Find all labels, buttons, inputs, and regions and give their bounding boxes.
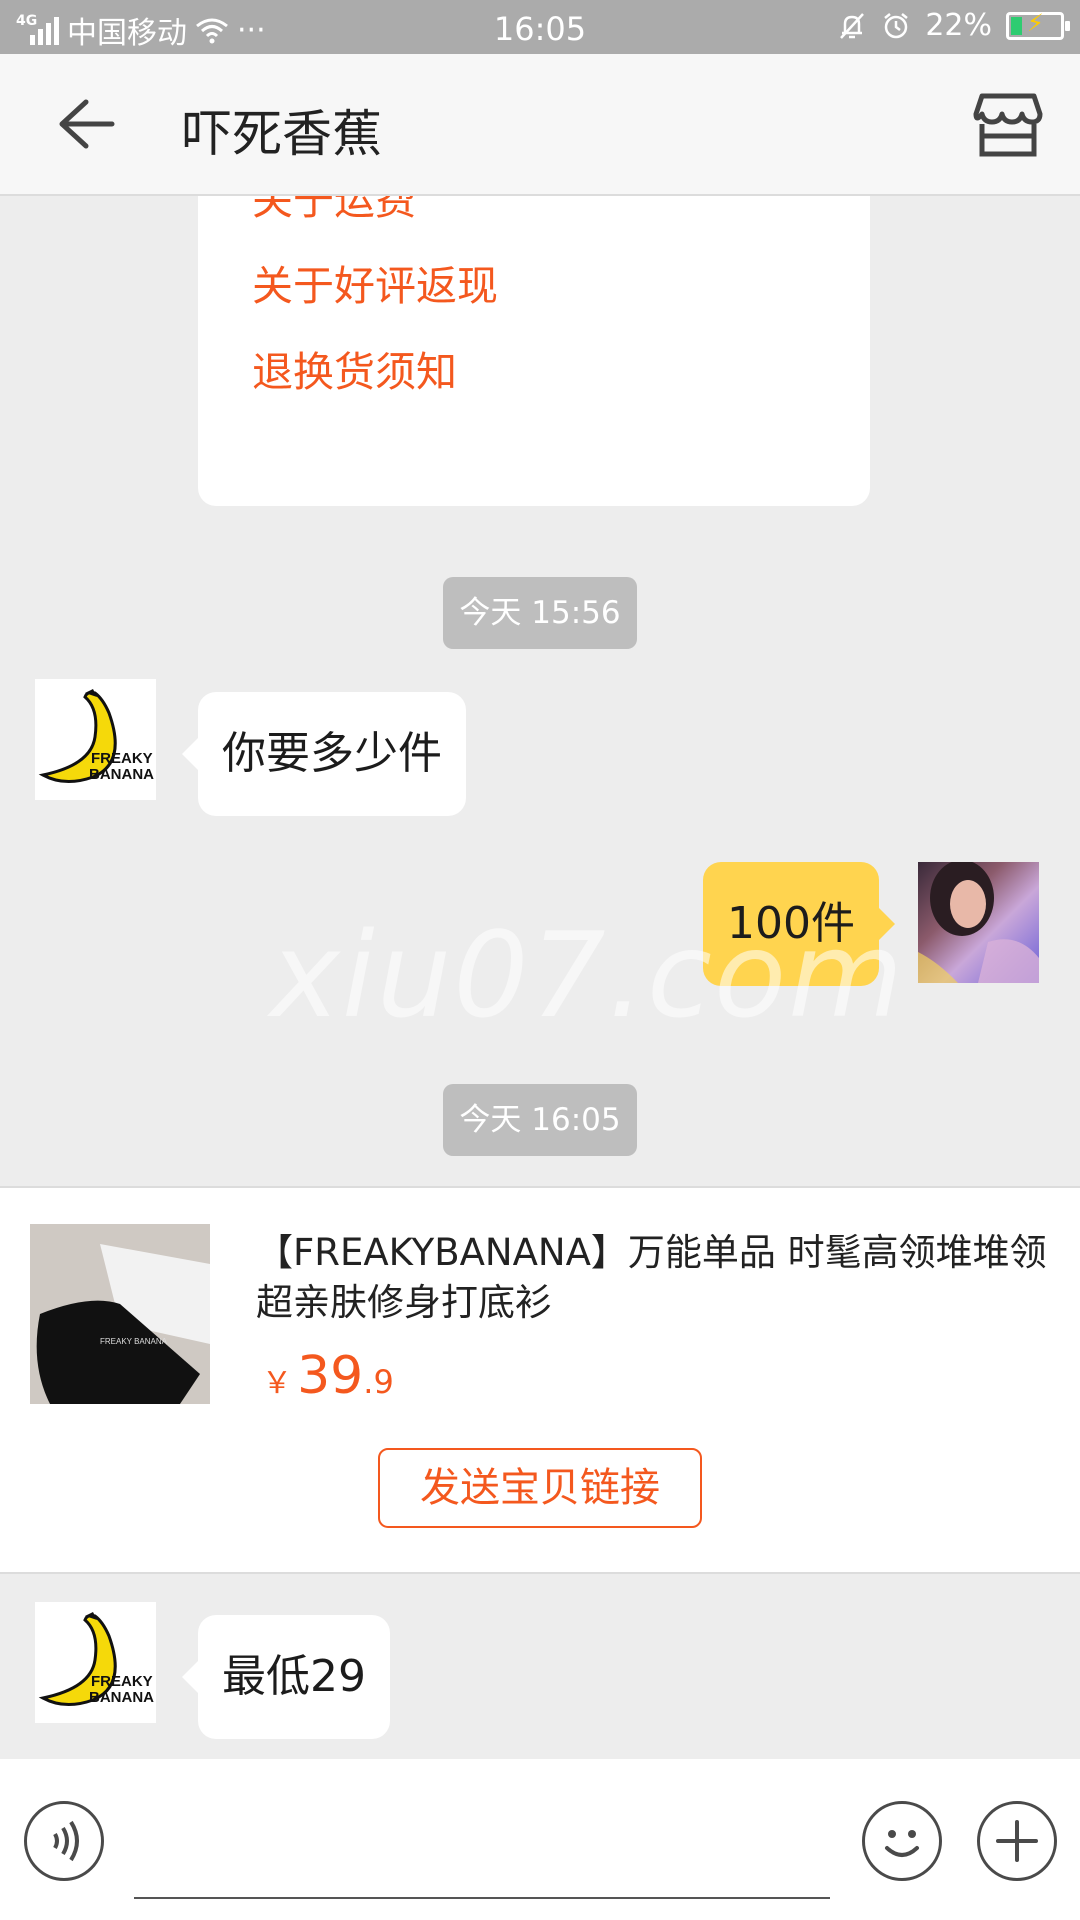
seller-avatar[interactable]: FREAKY BANANA <box>35 679 156 800</box>
product-image[interactable]: FREAKY BANANA <box>30 1224 210 1404</box>
chat-title: 吓死香蕉 <box>182 105 382 163</box>
charging-icon: ⚡ <box>1027 8 1044 37</box>
banana-logo-icon: FREAKY BANANA <box>38 1612 154 1706</box>
price-decimal: .9 <box>363 1363 394 1401</box>
product-title[interactable]: 【FREAKYBANANA】万能单品 时髦高领堆堆领超亲肤修身打底衫 <box>256 1228 1056 1328</box>
product-price: ￥ 39.9 <box>262 1346 394 1406</box>
svg-text:BANANA: BANANA <box>89 766 154 783</box>
timestamp: 今天 15:56 <box>443 577 637 649</box>
battery-fill <box>1011 16 1023 35</box>
store-icon[interactable] <box>972 90 1044 160</box>
timestamp: 今天 16:05 <box>443 1084 637 1156</box>
svg-text:FREAKY: FREAKY <box>91 1673 153 1690</box>
voice-icon[interactable] <box>24 1801 104 1881</box>
banana-logo-icon: FREAKY BANANA <box>38 689 154 783</box>
battery-icon: ⚡ <box>1006 8 1070 40</box>
seller-avatar[interactable]: FREAKY BANANA <box>35 1602 156 1723</box>
faq-card: 关于运费 关于好评返现 退换货须知 <box>198 196 870 506</box>
user-photo <box>918 862 1039 983</box>
faq-link-shipping[interactable]: 关于运费 <box>252 196 416 226</box>
plus-icon[interactable] <box>977 1801 1057 1881</box>
price-integer: 39 <box>297 1346 364 1406</box>
battery-percent: 22% <box>925 8 992 43</box>
faq-link-return-policy[interactable]: 退换货须知 <box>252 338 457 398</box>
status-bar: 4G 中国移动 ··· 16:05 22% ⚡ <box>0 0 1080 54</box>
input-bar <box>0 1759 1080 1920</box>
seller-message[interactable]: 最低29 <box>182 1615 390 1739</box>
product-card: FREAKY BANANA 【FREAKYBANANA】万能单品 时髦高领堆堆领… <box>0 1186 1080 1574</box>
product-photo: FREAKY BANANA <box>30 1224 210 1404</box>
svg-text:FREAKY: FREAKY <box>91 750 153 767</box>
alarm-icon <box>884 12 909 38</box>
seller-message[interactable]: 你要多少件 <box>182 692 466 816</box>
chat-header: 吓死香蕉 <box>0 54 1080 196</box>
send-product-link-button[interactable]: 发送宝贝链接 <box>378 1448 702 1528</box>
notification-off-icon <box>840 12 865 39</box>
watermark: xiu07.com <box>270 906 906 1044</box>
faq-link-review-cashback[interactable]: 关于好评返现 <box>252 252 498 312</box>
user-avatar[interactable] <box>918 862 1039 983</box>
smiley-icon[interactable] <box>862 1801 942 1881</box>
message-input[interactable] <box>134 1779 830 1899</box>
arrow-left-icon[interactable] <box>50 94 120 154</box>
svg-text:BANANA: BANANA <box>89 1689 154 1706</box>
price-symbol: ￥ <box>262 1366 292 1401</box>
svg-text:FREAKY BANANA: FREAKY BANANA <box>100 1337 168 1346</box>
